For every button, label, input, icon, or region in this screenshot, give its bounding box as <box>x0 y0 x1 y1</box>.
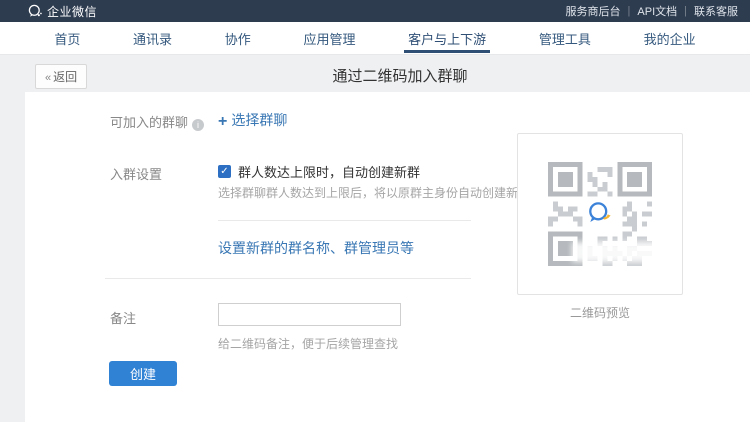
back-chevron-icon: « <box>45 72 51 84</box>
contact-support-link[interactable]: 联系客服 <box>694 3 738 19</box>
back-button[interactable]: «返回 <box>35 64 87 89</box>
qr-preview-card <box>517 133 683 295</box>
auto-create-checkbox-label[interactable]: 群人数达上限时，自动创建新群 <box>238 162 420 181</box>
qr-code <box>548 162 652 266</box>
remark-input[interactable] <box>218 303 401 326</box>
info-icon[interactable]: i <box>192 119 204 131</box>
remark-helper: 给二维码备注，便于后续管理查找 <box>218 335 398 352</box>
brand-name: 企业微信 <box>47 3 97 20</box>
nav-item-customers[interactable]: 客户与上下游 <box>404 22 490 54</box>
joinable-group-label: 可加入的群聊i <box>110 112 204 131</box>
wecom-qr-logo-icon <box>583 197 617 231</box>
main-nav: 首页 通讯录 协作 应用管理 客户与上下游 管理工具 我的企业 <box>0 22 750 55</box>
auto-create-group-option: ✓ 群人数达上限时，自动创建新群 <box>218 162 420 181</box>
nav-item-home[interactable]: 首页 <box>50 22 84 54</box>
nav-item-tools[interactable]: 管理工具 <box>535 22 595 54</box>
topbar-links: 服务商后台 | API文档 | 联系客服 <box>566 0 738 22</box>
api-docs-link[interactable]: API文档 <box>637 3 677 19</box>
provider-backend-link[interactable]: 服务商后台 <box>566 3 621 19</box>
back-label: 返回 <box>53 70 77 84</box>
divider <box>218 220 471 221</box>
create-button[interactable]: 创建 <box>109 361 177 386</box>
auto-create-checkbox[interactable]: ✓ <box>218 165 231 178</box>
page-title: 通过二维码加入群聊 <box>332 65 467 86</box>
select-group-link[interactable]: +选择群聊 <box>218 110 287 131</box>
content-card: 可加入的群聊i +选择群聊 入群设置 ✓ 群人数达上限时，自动创建新群 选择群聊… <box>25 92 750 422</box>
remark-label: 备注 <box>110 308 136 327</box>
join-settings-label: 入群设置 <box>110 164 162 183</box>
page: 企业微信 服务商后台 | API文档 | 联系客服 首页 通讯录 协作 应用管理… <box>0 0 750 422</box>
page-header: «返回 通过二维码加入群聊 <box>0 55 750 92</box>
nav-item-collaboration[interactable]: 协作 <box>221 22 255 54</box>
nav-item-my-company[interactable]: 我的企业 <box>640 22 700 54</box>
plus-icon: + <box>218 113 227 130</box>
nav-item-contacts[interactable]: 通讯录 <box>129 22 176 54</box>
wecom-logo-icon <box>28 4 42 18</box>
divider <box>105 278 471 279</box>
separator: | <box>684 5 687 17</box>
topbar: 企业微信 服务商后台 | API文档 | 联系客服 <box>0 0 750 22</box>
nav-item-apps[interactable]: 应用管理 <box>299 22 359 54</box>
qr-preview-caption: 二维码预览 <box>517 304 683 321</box>
join-settings-helper: 选择群聊群人数达到上限后，将以原群主身份自动创建新群 <box>218 184 530 201</box>
qr-watermark-blur <box>572 242 664 262</box>
new-group-settings-link[interactable]: 设置新群的群名称、群管理员等 <box>218 238 414 258</box>
separator: | <box>628 5 631 17</box>
brand[interactable]: 企业微信 <box>28 3 97 20</box>
